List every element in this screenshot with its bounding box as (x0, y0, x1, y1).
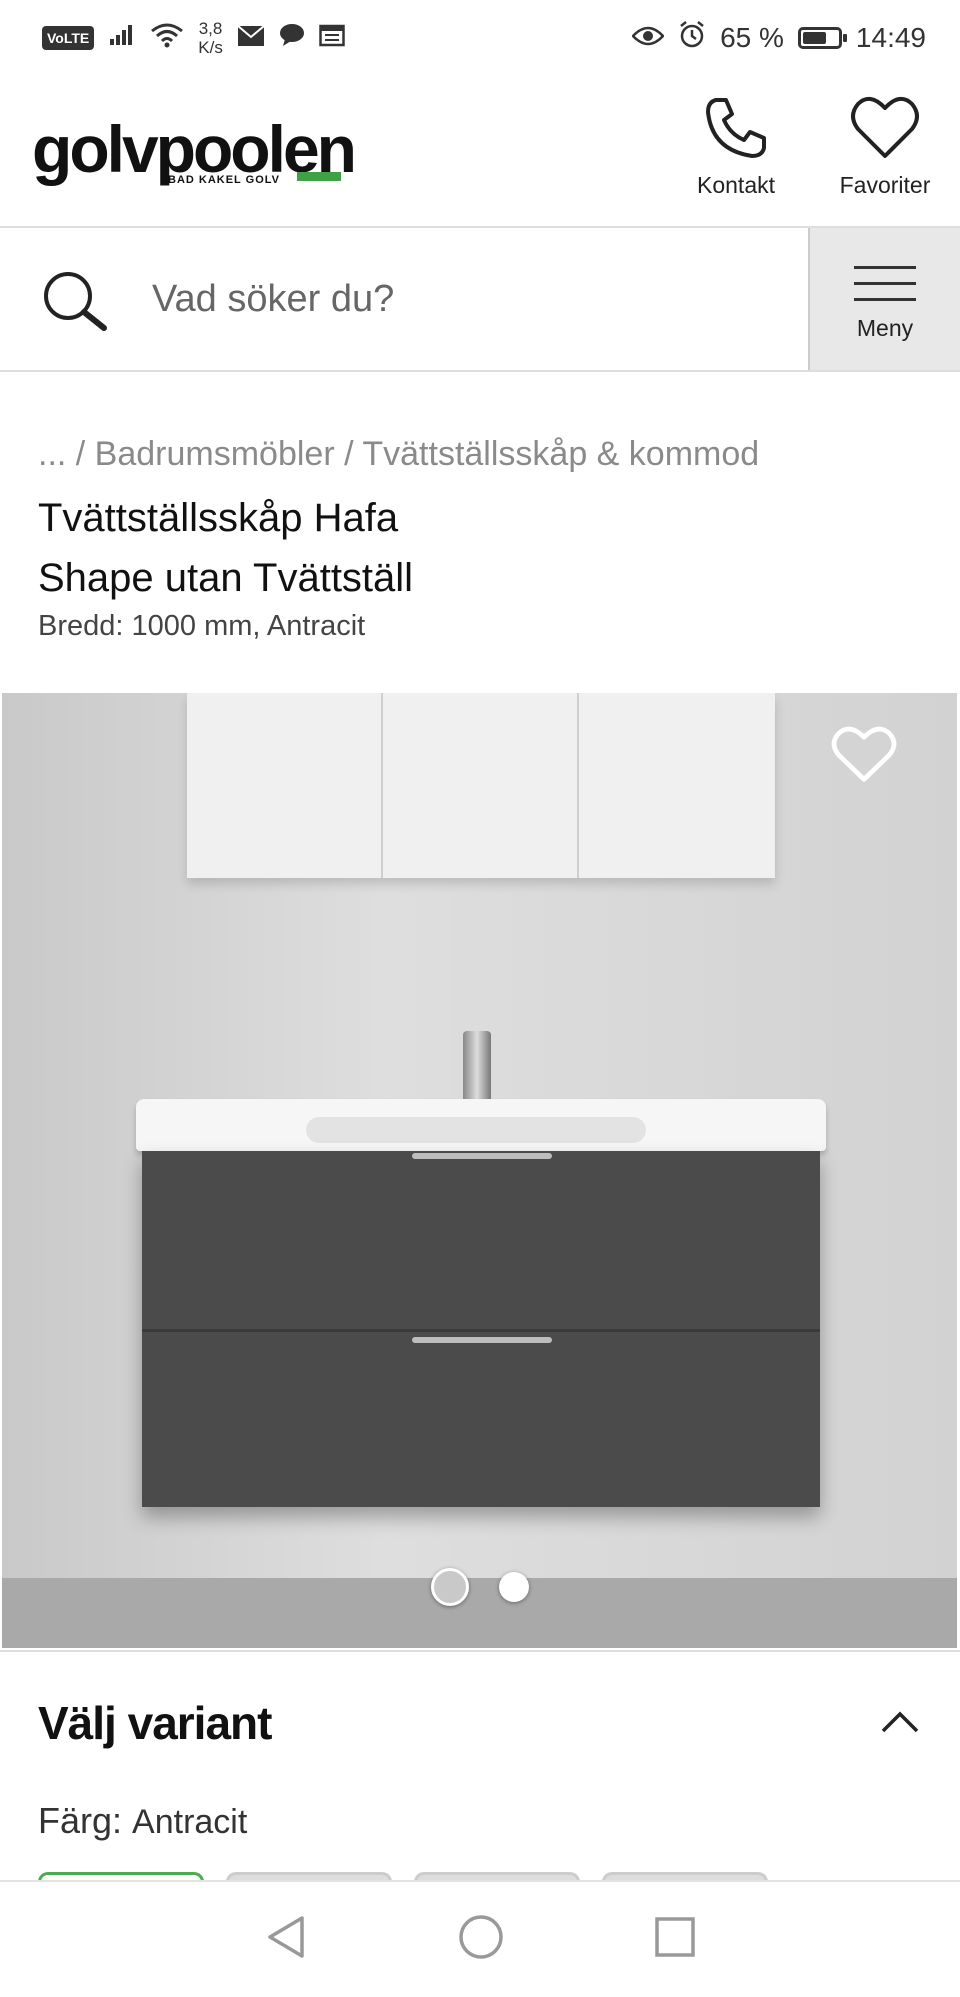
sink-image (136, 1099, 826, 1151)
speed-value: 3,8 (198, 19, 223, 38)
clock: 14:49 (855, 22, 926, 53)
calendar-icon (319, 22, 345, 54)
favorites-label: Favoriter (839, 172, 931, 198)
color-label-row: Färg: Antracit (38, 1800, 247, 1842)
speed-unit: K/s (198, 38, 223, 57)
chat-icon (279, 22, 305, 54)
product-title-line2: Shape utan Tvättställ (38, 556, 414, 600)
breadcrumb[interactable]: ... / Badrumsmöbler / Tvättställsskåp & … (38, 435, 759, 474)
variant-section: Välj variant Färg: Antracit (0, 1650, 960, 1892)
system-nav-bar (0, 1880, 960, 1997)
volte-badge: VoLTE (42, 26, 95, 50)
status-right: 65 % 14:49 (631, 20, 926, 56)
contact-button[interactable]: Kontakt (671, 94, 801, 199)
site-header: golvpoolen BAD KAKEL GOLV Kontakt Favori… (0, 76, 960, 226)
phone-icon (706, 98, 766, 158)
color-value: Antracit (132, 1803, 248, 1841)
menu-button[interactable]: Meny (808, 228, 960, 370)
network-speed: 3,8 K/s (198, 19, 223, 57)
status-left: VoLTE 3,8 K/s (42, 19, 345, 57)
hamburger-icon (854, 266, 916, 301)
logo-tagline: BAD KAKEL GOLV (168, 174, 280, 186)
gallery-dot-2[interactable] (498, 1572, 529, 1602)
recents-icon[interactable] (654, 1916, 696, 1963)
wifi-icon (150, 22, 184, 55)
faucet-image (463, 1031, 491, 1105)
cabinet-image (142, 1151, 820, 1507)
eye-icon (631, 22, 665, 54)
contact-label: Kontakt (697, 172, 775, 198)
gallery-pagination (2, 1568, 957, 1606)
product-title: Tvättställsskåp Hafa Shape utan Tvättstä… (38, 488, 638, 608)
product-image-gallery[interactable] (2, 693, 957, 1648)
status-bar: VoLTE 3,8 K/s 65 % 14:49 (0, 0, 960, 76)
gallery-dot-1[interactable] (430, 1568, 469, 1606)
product-subtitle: Bredd: 1000 mm, Antracit (38, 610, 366, 642)
logo-green-bar (297, 172, 341, 181)
menu-label: Meny (856, 315, 914, 341)
battery-icon (797, 27, 847, 49)
variant-title: Välj variant (38, 1697, 272, 1749)
chevron-up-icon[interactable] (880, 1710, 920, 1739)
heart-icon (851, 96, 919, 158)
search-icon[interactable] (40, 268, 110, 339)
battery-percent: 65 % (720, 22, 784, 53)
alarm-icon (678, 20, 706, 56)
add-favorite-heart-icon[interactable] (831, 725, 897, 790)
mail-icon (237, 22, 265, 54)
mirror-cabinet-image (187, 693, 775, 878)
color-label: Färg: (38, 1800, 123, 1841)
signal-icon (108, 22, 136, 54)
home-icon[interactable] (458, 1914, 504, 1965)
product-title-line1: Tvättställsskåp Hafa (38, 496, 399, 540)
search-bar: Meny (0, 226, 960, 372)
search-input[interactable] (150, 268, 784, 330)
back-icon[interactable] (264, 1914, 308, 1965)
favorites-button[interactable]: Favoriter (820, 94, 950, 199)
